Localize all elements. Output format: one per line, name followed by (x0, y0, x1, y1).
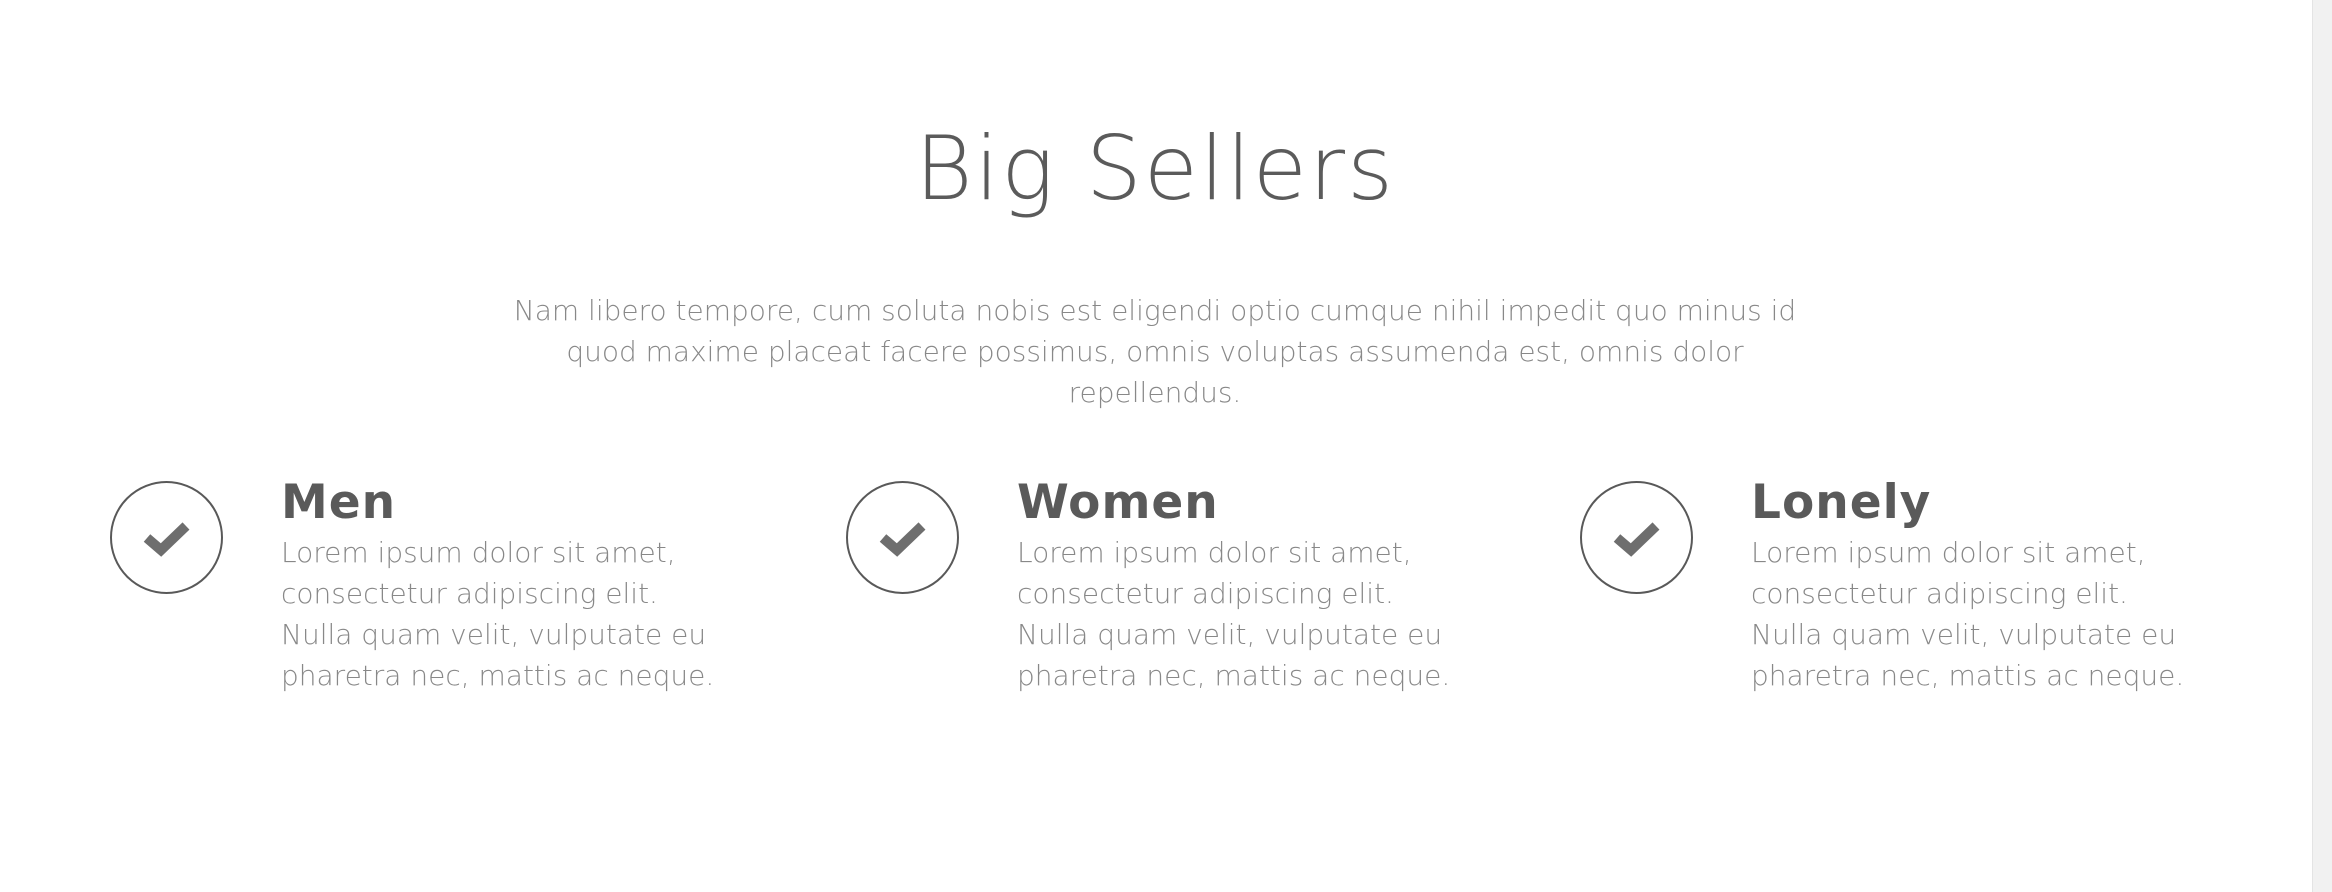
feature-description: Lorem ipsum dolor sit amet, consectetur … (1751, 536, 2185, 692)
feature-lonely: Lonely Lorem ipsum dolor sit amet, conse… (1580, 478, 2200, 718)
feature-body: Lonely Lorem ipsum dolor sit amet, conse… (1751, 478, 2191, 696)
feature-description: Lorem ipsum dolor sit amet, consectetur … (281, 536, 715, 692)
feature-title: Lonely (1751, 475, 1932, 530)
feature-body: Men Lorem ipsum dolor sit amet, consecte… (281, 478, 721, 696)
feature-description: Lorem ipsum dolor sit amet, consectetur … (1017, 536, 1451, 692)
feature-body: Women Lorem ipsum dolor sit amet, consec… (1017, 478, 1457, 696)
feature-title: Women (1017, 475, 1219, 530)
vertical-scrollbar[interactable] (2312, 0, 2332, 892)
section-lead-text: Nam libero tempore, cum soluta nobis est… (513, 294, 1797, 409)
check-circle-icon (1580, 481, 1693, 594)
feature-men: Men Lorem ipsum dolor sit amet, consecte… (110, 478, 730, 718)
check-circle-icon (846, 481, 959, 594)
check-circle-icon (110, 481, 223, 594)
feature-title: Men (281, 475, 397, 530)
section-title: Big Sellers (915, 117, 1395, 220)
page: Big Sellers Nam libero tempore, cum solu… (0, 0, 2332, 892)
feature-women: Women Lorem ipsum dolor sit amet, consec… (846, 478, 1466, 718)
